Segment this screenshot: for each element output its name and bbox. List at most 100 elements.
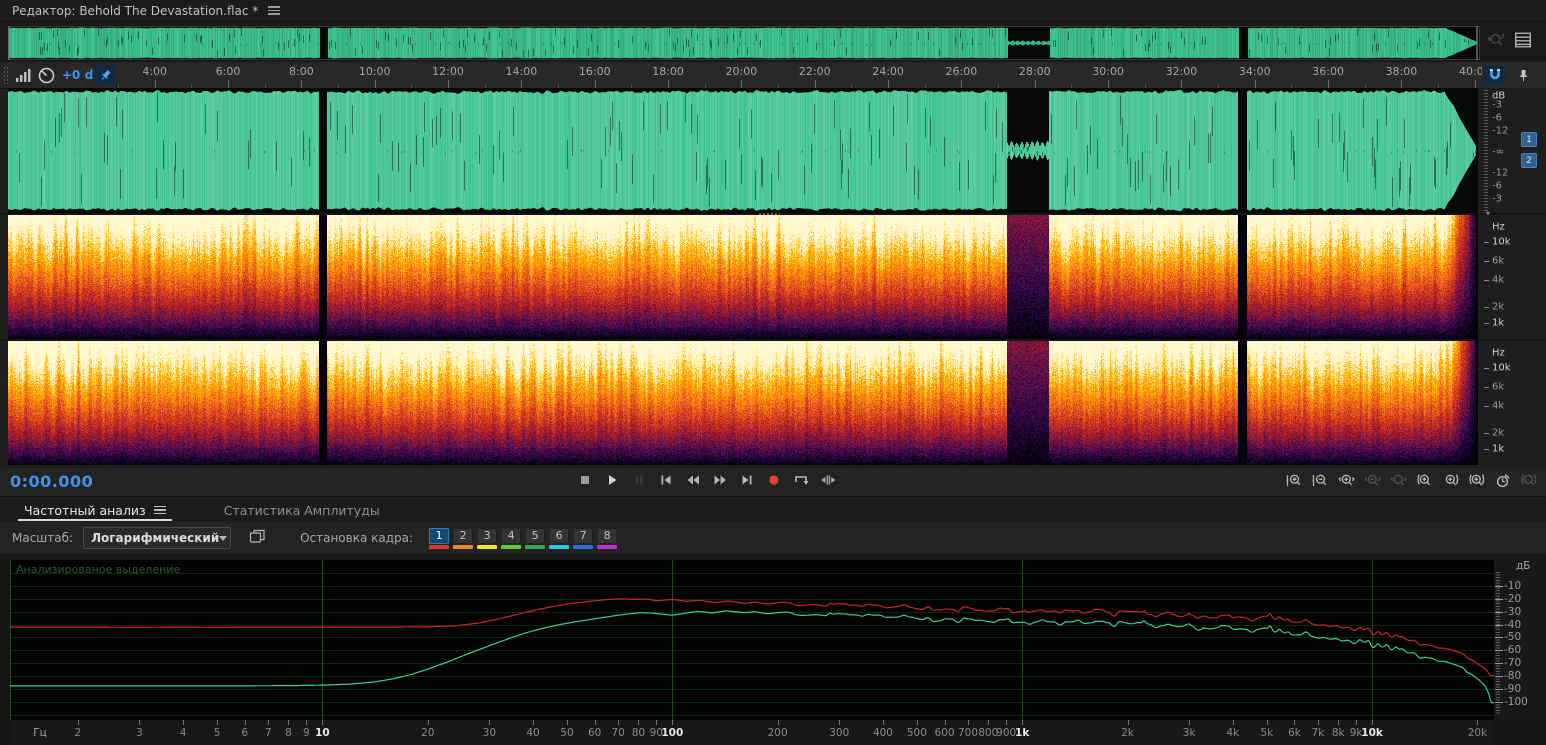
panel-grip-icon[interactable]: [3, 66, 8, 84]
hold-number[interactable]: 4: [501, 527, 522, 544]
levels-icon[interactable]: [15, 68, 31, 82]
rewind-button[interactable]: [684, 471, 702, 489]
hz-axis-tick: [1477, 720, 1479, 725]
refresh-timer-button[interactable]: [1493, 471, 1512, 490]
hold-button-1[interactable]: 1: [429, 527, 450, 549]
hold-number[interactable]: 3: [477, 527, 498, 544]
skip-to-start-button[interactable]: [657, 471, 675, 489]
ruler-tick: [668, 80, 670, 88]
zoom-out-point-button[interactable]: [1441, 471, 1460, 490]
hz-axis-label: 4k: [1226, 727, 1240, 739]
hold-button-3[interactable]: 3: [477, 527, 498, 549]
hz-axis-tick: [1294, 720, 1296, 725]
tab-frequency-analysis[interactable]: Частотный анализ: [10, 497, 180, 523]
zoom-selected-button[interactable]: [1519, 471, 1538, 490]
hold-button-6[interactable]: 6: [549, 527, 570, 549]
frequency-scale-1: Hz 10k 6k 4k 2k 1k: [1478, 215, 1546, 339]
range-handle-left[interactable]: [8, 26, 10, 60]
chevron-down-icon: [219, 535, 228, 541]
list-view-icon[interactable]: [1514, 31, 1532, 53]
timeline-ruler[interactable]: 2:004:006:008:0010:0012:0014:0016:0018:0…: [0, 62, 1546, 89]
skip-to-end-icon: [742, 475, 752, 485]
panel-menu-icon[interactable]: [153, 504, 166, 517]
ruler-time-label: 16:00: [578, 65, 611, 78]
db-axis-tick: [1495, 598, 1503, 600]
loop-playback-button[interactable]: [792, 471, 810, 489]
db-axis-label: -40: [1504, 618, 1522, 631]
pause-button[interactable]: [630, 471, 648, 489]
spectrogram-channel-1[interactable]: [8, 215, 1478, 339]
zoom-in-point-button[interactable]: [1415, 471, 1434, 490]
fast-forward-button[interactable]: [711, 471, 729, 489]
tab-amplitude-statistics[interactable]: Статистика Амплитуды: [210, 497, 394, 523]
frequency-graph[interactable]: [10, 560, 1494, 720]
hz-scale-tick: [1484, 307, 1489, 308]
zoom-in-button[interactable]: [1285, 471, 1304, 490]
ruler-tick: [1401, 80, 1403, 88]
hz-axis-label: 2: [74, 727, 82, 739]
hold-number[interactable]: 2: [453, 527, 474, 544]
zoom-out-full-button[interactable]: [1363, 471, 1382, 490]
hold-number[interactable]: 1: [429, 527, 450, 544]
ruler-time-label: 14:00: [505, 65, 538, 78]
hz-scale-label: Hz: [1492, 347, 1505, 359]
db-axis-comb: [1496, 572, 1500, 714]
skip-cursor-button[interactable]: [819, 471, 837, 489]
scale-select[interactable]: Логарифмический: [83, 527, 232, 549]
hold-number[interactable]: 7: [573, 527, 594, 544]
db-scale-label: -3: [1492, 193, 1502, 205]
hz-axis-tick: [566, 720, 568, 725]
hold-button-5[interactable]: 5: [525, 527, 546, 549]
hold-button-2[interactable]: 2: [453, 527, 474, 549]
hold-button-8[interactable]: 8: [597, 527, 618, 549]
waveform-display[interactable]: [8, 88, 1478, 213]
zoom-in-full-button[interactable]: [1337, 471, 1356, 490]
hz-axis-label: 100: [661, 727, 684, 739]
playhead-time-display[interactable]: 0:00.000: [10, 472, 93, 491]
copy-graph-icon[interactable]: [249, 529, 266, 548]
record-icon: [769, 475, 779, 485]
channel-badge-2[interactable]: 2: [1521, 153, 1537, 168]
hz-axis-tick: [968, 720, 969, 725]
hold-color-strip: [429, 544, 450, 549]
ruler-time-label: 32:00: [1165, 65, 1198, 78]
channel-badge-1[interactable]: 1: [1521, 132, 1537, 147]
hz-axis-tick: [322, 720, 324, 725]
db-axis-label: -20: [1504, 592, 1522, 605]
hold-number[interactable]: 6: [549, 527, 570, 544]
ruler-tick: [1254, 80, 1256, 88]
hz-scale-tick: [1484, 449, 1489, 450]
pin-playhead-button[interactable]: [94, 65, 116, 85]
hz-scale-label: 4k: [1492, 400, 1505, 412]
ruler-tick: [1474, 80, 1476, 88]
record-button[interactable]: [765, 471, 783, 489]
pin-timeline-button[interactable]: [1512, 65, 1534, 85]
stop-button[interactable]: [576, 471, 594, 489]
zoom-selection-button[interactable]: [1467, 471, 1486, 490]
zoom-out-button[interactable]: [1311, 471, 1330, 490]
hold-number[interactable]: 5: [525, 527, 546, 544]
volume-knob-icon[interactable]: [38, 67, 55, 84]
hz-scale-label: 2k: [1492, 427, 1505, 439]
hold-button-7[interactable]: 7: [573, 527, 594, 549]
hz-axis-label: 40: [526, 727, 540, 739]
panel-menu-icon[interactable]: [268, 4, 281, 17]
zoom-reset-button[interactable]: [1389, 471, 1408, 490]
play-button[interactable]: [603, 471, 621, 489]
range-handle-right[interactable]: [1476, 26, 1478, 60]
scale-value: Логарифмический: [91, 531, 220, 545]
hz-axis-tick: [306, 720, 308, 725]
hz-axis-label: 50: [560, 727, 574, 739]
spectrogram-channel-2[interactable]: [8, 341, 1478, 465]
skip-to-end-button[interactable]: [738, 471, 756, 489]
rewind-icon: [687, 475, 699, 485]
overview-waveform[interactable]: [8, 26, 1480, 60]
ruler-time-label: 20:00: [725, 65, 758, 78]
hz-scale-tick: [1484, 368, 1489, 369]
hold-number[interactable]: 8: [597, 527, 618, 544]
snapping-toggle[interactable]: [1484, 65, 1506, 85]
hold-button-4[interactable]: 4: [501, 527, 522, 549]
audition-editor-window: Редактор: Behold The Devastation.flac * …: [0, 0, 1546, 745]
db-axis-tick: [1495, 637, 1503, 639]
zoom-reset-icon[interactable]: [1487, 31, 1505, 53]
